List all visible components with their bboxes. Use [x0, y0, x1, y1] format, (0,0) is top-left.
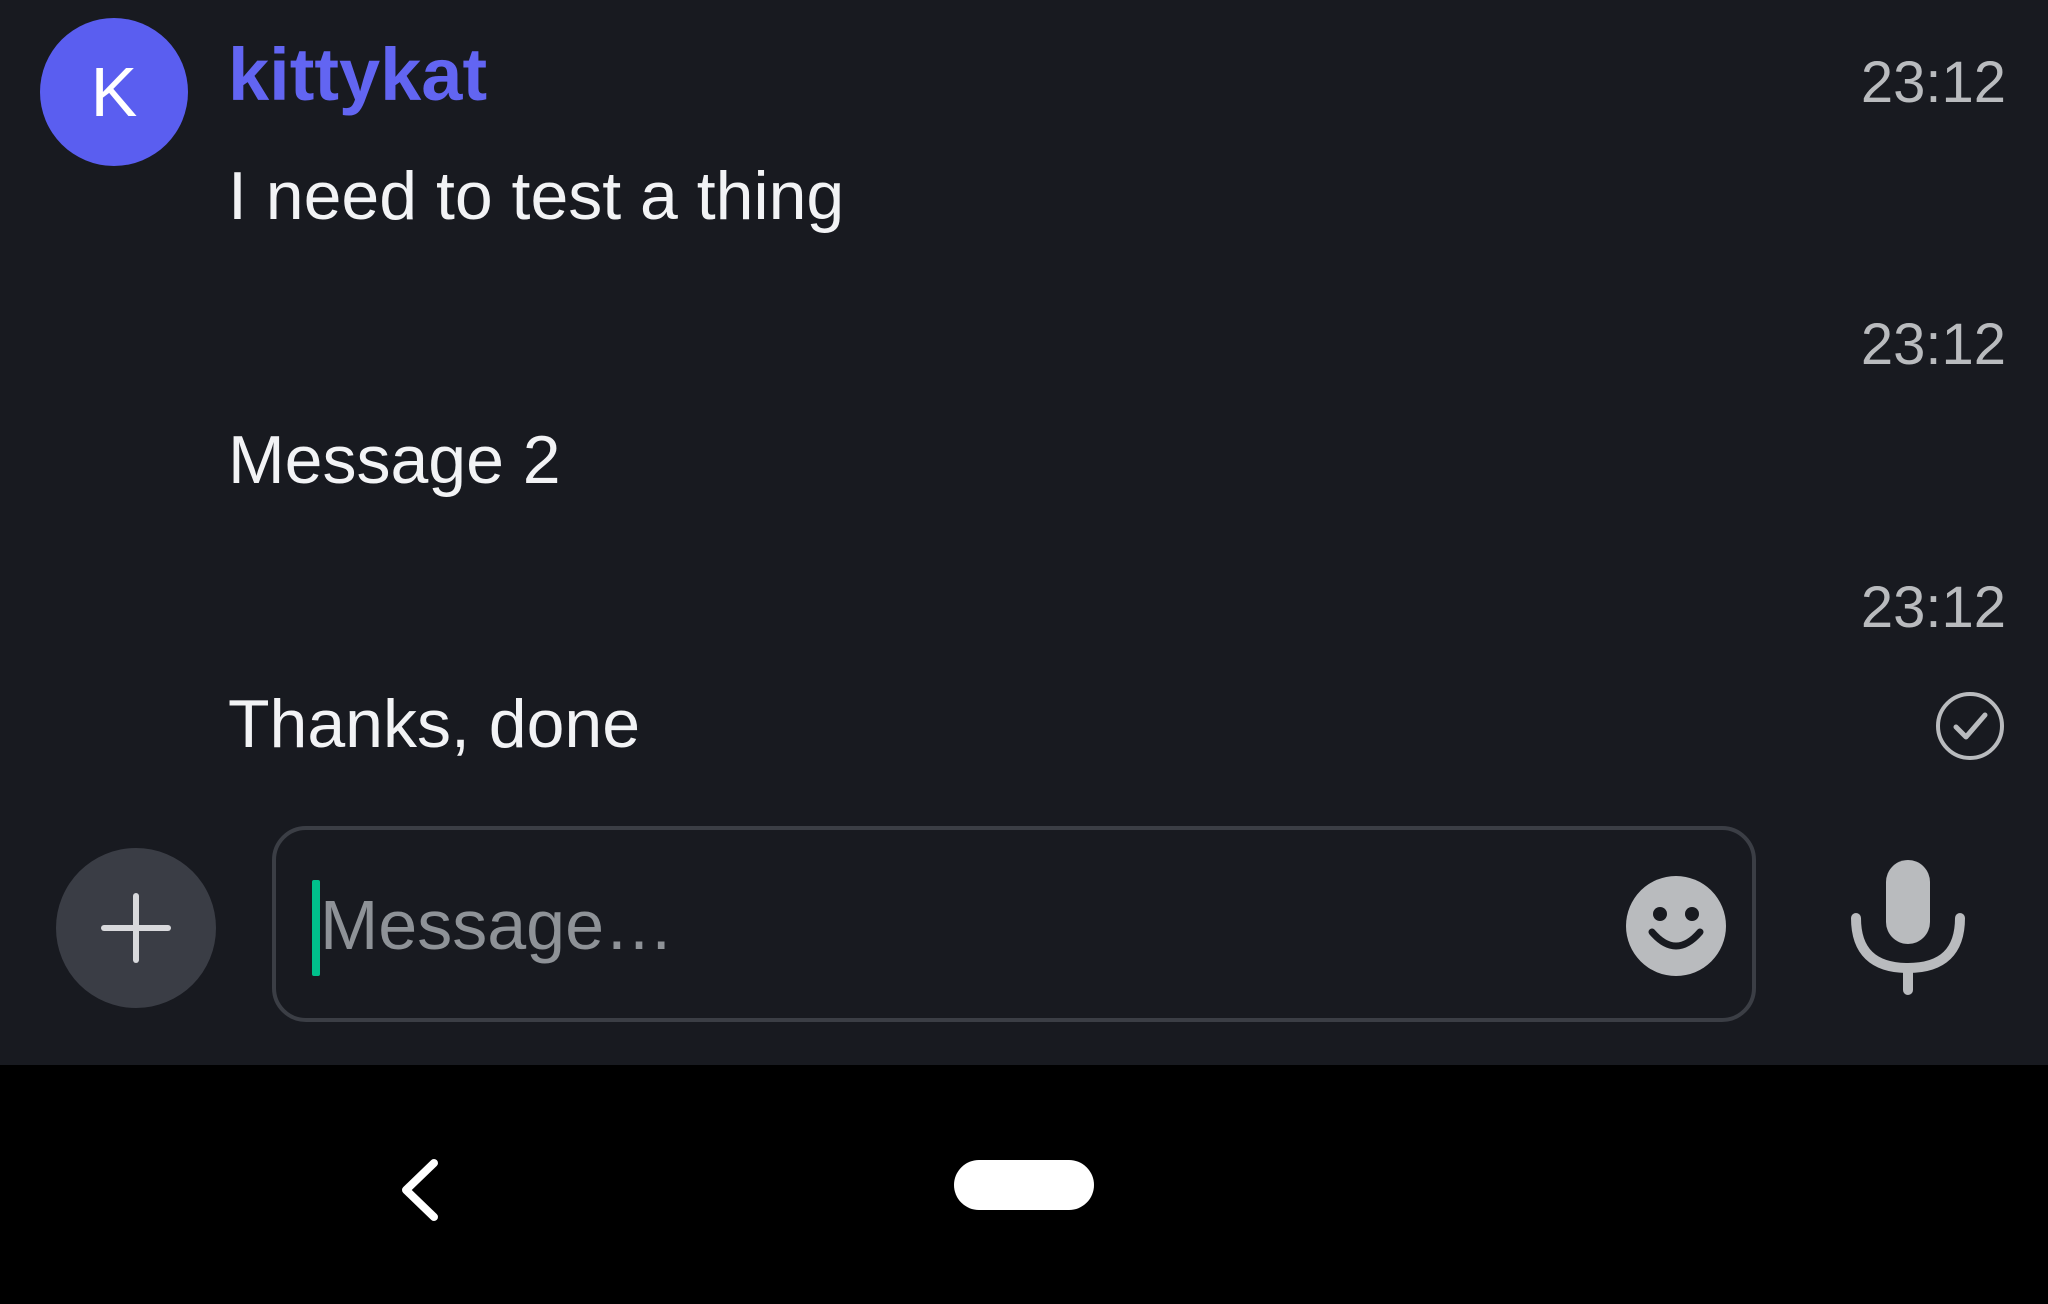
- message-input[interactable]: [320, 870, 1560, 980]
- smiley-icon[interactable]: [1624, 874, 1728, 978]
- message-text[interactable]: I need to test a thing: [228, 156, 844, 236]
- message-text[interactable]: Thanks, done: [228, 684, 640, 764]
- sent-check-icon: [1936, 692, 2004, 760]
- message-timestamp: 23:12: [1860, 575, 2006, 640]
- avatar-initial: K: [90, 53, 138, 131]
- system-navigation-bar: [0, 1065, 2048, 1304]
- text-caret: [312, 880, 320, 976]
- plus-icon: [101, 893, 171, 963]
- home-pill-icon[interactable]: [954, 1160, 1094, 1210]
- author-name[interactable]: kittykat: [228, 30, 487, 120]
- message-timestamp: 23:12: [1860, 312, 2006, 377]
- back-chevron-icon[interactable]: [394, 1155, 444, 1225]
- add-attachment-button[interactable]: [56, 848, 216, 1008]
- avatar[interactable]: K: [40, 18, 188, 166]
- message-timestamp: 23:12: [1860, 50, 2006, 115]
- chat-screen: K kittykat 23:12 I need to test a thing …: [0, 0, 2048, 1304]
- message-text[interactable]: Message 2: [228, 420, 561, 500]
- message-composer[interactable]: [272, 826, 1756, 1022]
- microphone-icon[interactable]: [1846, 856, 1970, 996]
